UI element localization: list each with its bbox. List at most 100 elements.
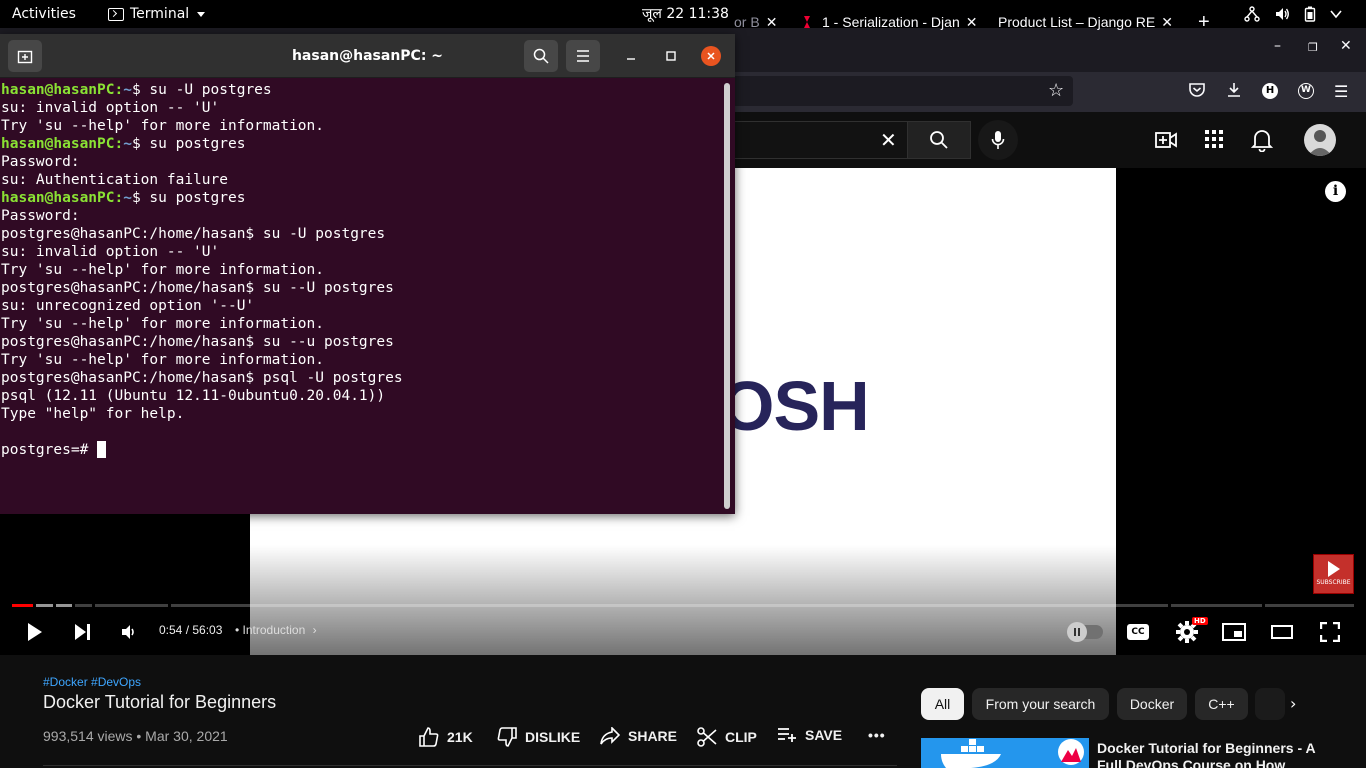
terminal-search-button[interactable] (524, 40, 558, 72)
terminal-line: hasan@hasanPC:~$ su -U postgres (1, 82, 272, 98)
terminal-line: Try 'su --help' for more information. (1, 352, 325, 368)
browser-restore-icon[interactable]: ❐ (1308, 41, 1318, 54)
hamburger-menu-icon[interactable]: ☰ (1334, 82, 1348, 101)
scissors-icon (697, 727, 717, 747)
close-tab-icon[interactable]: ✕ (966, 14, 978, 31)
search-icon (930, 131, 948, 149)
next-button[interactable] (70, 614, 96, 650)
player-controls: 0:54 / 56:03 • Introduction › CC HD (0, 614, 1366, 650)
save-label: SAVE (805, 727, 843, 743)
fullscreen-button[interactable] (1317, 614, 1343, 650)
chapter-button[interactable]: • Introduction › (235, 623, 317, 637)
share-button[interactable]: SHARE (600, 727, 677, 745)
chevron-right-icon[interactable]: › (1290, 694, 1296, 713)
terminal-scrollbar[interactable] (724, 83, 730, 509)
browser-minimize-icon[interactable]: – (1274, 38, 1281, 54)
chip-all[interactable]: All (921, 688, 964, 720)
extension-w-icon[interactable]: W (1298, 83, 1314, 99)
search-button[interactable] (907, 121, 971, 159)
chip-cpp[interactable]: C++ (1195, 688, 1248, 720)
terminal-line: psql (12.11 (Ubuntu 12.11-0ubuntu0.20.04… (1, 388, 386, 404)
extension-h-icon[interactable]: H (1262, 83, 1278, 99)
create-video-icon[interactable] (1154, 128, 1178, 156)
psql-prompt: postgres=# (1, 442, 98, 458)
play-icon (28, 623, 42, 641)
chapter-marker (92, 604, 95, 607)
new-tab-button[interactable]: + (1198, 6, 1210, 38)
chip-more[interactable] (1255, 688, 1285, 720)
clip-button[interactable]: CLIP (697, 727, 757, 747)
theater-mode-button[interactable] (1269, 614, 1295, 650)
voice-search-button[interactable] (978, 120, 1018, 160)
info-icon[interactable]: i (1325, 181, 1346, 202)
apps-grid-icon[interactable] (1203, 128, 1225, 154)
hashtags[interactable]: #Docker #DevOps (43, 675, 141, 689)
text-cursor (97, 441, 107, 458)
terminal-window[interactable]: hasan@hasanPC: ~ hasan@hasanPC:~$ su -U … (0, 34, 735, 514)
command-text: $ su -U postgres (131, 82, 272, 98)
tab-label: 1 - Serialization - Djan (822, 14, 960, 30)
browser-close-icon[interactable]: ✕ (1340, 38, 1352, 54)
autoplay-toggle[interactable] (1067, 614, 1104, 650)
miniplayer-button[interactable] (1221, 614, 1247, 650)
close-tab-icon[interactable]: ✕ (1161, 14, 1173, 31)
terminal-line: postgres@hasanPC:/home/hasan$ su --U pos… (1, 280, 394, 296)
bookmark-star-icon[interactable]: ☆ (1048, 80, 1064, 101)
battery-icon (1304, 6, 1316, 22)
terminal-icon (108, 7, 124, 21)
progress-bar[interactable] (12, 604, 1354, 607)
close-tab-icon[interactable]: ✕ (766, 14, 778, 31)
address-bar[interactable] (700, 76, 1073, 106)
recommended-video-title[interactable]: Docker Tutorial for Beginners - A Full D… (1097, 740, 1317, 768)
mute-button[interactable] (116, 614, 142, 650)
downloads-icon[interactable] (1226, 82, 1242, 102)
tab-label: Product List – Django RE (998, 14, 1156, 30)
clip-label: CLIP (725, 729, 757, 745)
terminal-line: su: invalid option -- 'U' (1, 100, 220, 116)
minimize-icon (627, 58, 635, 60)
captions-button[interactable]: CC (1125, 614, 1151, 650)
maximize-button[interactable] (661, 46, 681, 66)
terminal-menu-button[interactable] (566, 40, 600, 72)
miniplayer-icon (1222, 623, 1246, 641)
search-icon (533, 48, 549, 64)
chip-from-your-search[interactable]: From your search (972, 688, 1109, 720)
pocket-icon[interactable] (1188, 82, 1206, 102)
close-button[interactable] (701, 46, 721, 66)
chip-docker[interactable]: Docker (1117, 688, 1187, 720)
play-icon (1327, 561, 1340, 577)
thumbs-up-icon (419, 727, 439, 747)
prompt-path: ~ (123, 136, 132, 152)
dislike-button[interactable]: DISLIKE (497, 727, 580, 747)
recommended-video-thumbnail[interactable] (921, 738, 1089, 768)
new-tab-button[interactable] (8, 40, 42, 72)
more-actions-button[interactable]: ••• (868, 727, 886, 743)
minimize-button[interactable] (621, 46, 641, 66)
terminal-header-bar[interactable]: hasan@hasanPC: ~ (0, 34, 735, 78)
app-menu[interactable]: Terminal (108, 0, 206, 28)
subscribe-watermark[interactable]: SUBSCRIBE (1313, 554, 1354, 594)
terminal-output[interactable]: hasan@hasanPC:~$ su -U postgres su: inval… (1, 81, 721, 511)
thumbs-down-icon (497, 727, 517, 747)
system-tray[interactable] (1244, 0, 1342, 28)
save-button[interactable]: SAVE (777, 727, 842, 743)
command-text: $ su postgres (131, 190, 246, 206)
notifications-bell-icon[interactable] (1250, 128, 1274, 156)
like-button[interactable]: 21K (419, 727, 473, 747)
clear-search-icon[interactable]: ✕ (880, 128, 897, 152)
play-button[interactable] (22, 614, 48, 650)
browser-tab[interactable]: Product List – Django RE ✕ (998, 6, 1176, 38)
clock[interactable]: जूल 22 11:38 (642, 0, 729, 28)
docker-whale-icon (941, 739, 1084, 768)
prompt-user: hasan@hasanPC (1, 190, 115, 206)
activities-button[interactable]: Activities (12, 0, 76, 28)
chapter-marker (33, 604, 36, 607)
chapter-marker (53, 604, 56, 607)
account-avatar[interactable] (1304, 124, 1336, 156)
skip-next-icon (75, 624, 90, 640)
browser-tab[interactable]: 1 - Serialization - Djan ✕ (800, 6, 980, 38)
hd-badge: HD (1192, 617, 1208, 625)
browser-tab[interactable]: or B ✕ (734, 6, 782, 38)
settings-button[interactable]: HD (1172, 614, 1208, 650)
chevron-right-icon: › (312, 623, 317, 637)
